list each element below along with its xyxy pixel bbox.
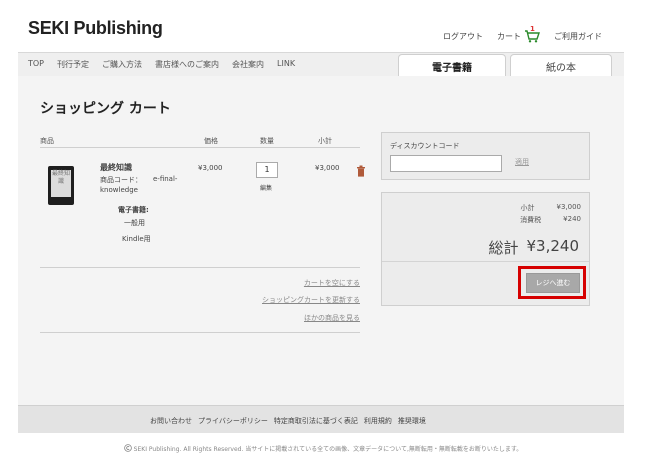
footer-link-contact[interactable]: お問い合わせ (150, 416, 192, 426)
footer-link-commerce-law[interactable]: 特定商取引法に基づく表記 (274, 416, 358, 426)
summary-tax-row: 消費税 ¥240 (520, 215, 581, 225)
tab-ebook[interactable]: 電子書籍 (398, 54, 506, 78)
logout-link[interactable]: ログアウト (443, 31, 483, 42)
main-content: ショッピング カート 商品 価格 数量 小計 最終知識 最終知識 商品コード： … (18, 76, 624, 405)
footer-link-privacy[interactable]: プライバシーポリシー (198, 416, 268, 426)
summary-total-label: 総計 (488, 239, 519, 257)
discount-label: ディスカウントコード (390, 142, 460, 150)
main-nav: TOP 刊行予定 ご購入方法 書店様へのご案内 会社案内 LINK 電子書籍 紙… (18, 52, 624, 78)
product-image[interactable]: 最終知識 (48, 166, 74, 205)
item-price: ¥3,000 (198, 164, 223, 172)
summary-total-row: 総計 ¥3,240 (488, 237, 579, 258)
product-name[interactable]: 最終知識 (100, 162, 132, 173)
nav-item-how-to-buy[interactable]: ご購入方法 (102, 59, 142, 70)
product-format: Kindle用 (122, 235, 151, 243)
table-divider-bottom (40, 267, 360, 268)
checkout-button[interactable]: レジへ進む (526, 273, 580, 293)
summary-subtotal-value: ¥3,000 (556, 203, 582, 211)
tab-paper-book[interactable]: 紙の本 (510, 54, 612, 78)
order-summary-panel: 小計 ¥3,000 消費税 ¥240 総計 ¥3,240 レジへ進む (381, 192, 590, 306)
guide-link[interactable]: ご利用ガイド (554, 31, 602, 42)
site-header: SEKI Publishing ログアウト カート 1 ご利用ガイド (18, 0, 624, 52)
nav-item-link[interactable]: LINK (277, 59, 295, 70)
footer-link-terms[interactable]: 利用規約 (364, 416, 392, 426)
cart-icon: 1 (524, 25, 540, 43)
checkout-highlight: レジへ進む (518, 266, 586, 299)
continue-shopping-link[interactable]: ほかの商品を見る (304, 313, 360, 323)
trash-icon[interactable] (356, 162, 366, 177)
copyright-text: SEKI Publishing. All Rights Reserved. (133, 446, 244, 453)
nav-item-bookstores[interactable]: 書店様へのご案内 (155, 59, 219, 70)
summary-subtotal-label: 小計 (520, 204, 535, 212)
product-code-label: 商品コード： (100, 176, 142, 184)
links-divider (40, 332, 360, 333)
copyright-line: SEKI Publishing. All Rights Reserved. 当サ… (0, 444, 646, 453)
cart-count-badge: 1 (530, 25, 535, 33)
edit-link[interactable]: 編集 (260, 183, 272, 192)
col-header-price: 価格 (204, 137, 218, 145)
summary-tax-value: ¥240 (563, 215, 581, 223)
summary-divider (382, 261, 589, 262)
apply-discount-link[interactable]: 適用 (515, 157, 529, 167)
discount-code-input[interactable] (390, 155, 502, 172)
product-code-value: e-final- (153, 175, 178, 183)
copyright-notice: 当サイトに掲載されている全ての画像、文章データについて,無断転用・無断転載をお断… (245, 446, 523, 453)
footer-links: お問い合わせ プライバシーポリシー 特定商取引法に基づく表記 利用規約 推奨環境 (150, 416, 426, 426)
col-header-subtotal: 小計 (318, 137, 332, 145)
header-links: ログアウト カート 1 ご利用ガイド (443, 25, 602, 43)
col-header-product: 商品 (40, 137, 54, 145)
summary-total-value: ¥3,240 (526, 237, 580, 255)
update-cart-link[interactable]: ショッピングカートを更新する (262, 295, 360, 305)
item-subtotal: ¥3,000 (315, 164, 340, 172)
discount-panel: ディスカウントコード 適用 (381, 132, 590, 180)
page: SEKI Publishing ログアウト カート 1 ご利用ガイド TOP 刊… (18, 0, 624, 433)
cart-link[interactable]: カート 1 (497, 25, 540, 43)
footer-bar: お問い合わせ プライバシーポリシー 特定商取引法に基づく表記 利用規約 推奨環境 (18, 405, 624, 433)
footer-link-environment[interactable]: 推奨環境 (398, 416, 426, 426)
site-logo[interactable]: SEKI Publishing (28, 18, 163, 39)
nav-item-company[interactable]: 会社案内 (232, 59, 264, 70)
page-title: ショッピング カート (40, 101, 171, 117)
product-cover-title: 最終知識 (51, 170, 71, 197)
cart-link-label: カート (497, 31, 521, 41)
col-header-qty: 数量 (260, 137, 274, 145)
nav-item-top[interactable]: TOP (28, 59, 44, 70)
quantity-input[interactable]: 1 (256, 162, 278, 178)
table-divider (40, 147, 360, 148)
product-code-value-cont: knowledge (100, 186, 138, 194)
nav-items: TOP 刊行予定 ご購入方法 書店様へのご案内 会社案内 LINK (28, 59, 295, 70)
product-type-value: 一般用 (124, 219, 145, 227)
summary-tax-label: 消費税 (520, 216, 542, 224)
copyright-icon (123, 444, 134, 453)
product-type-label: 電子書籍: (118, 206, 149, 214)
summary-subtotal-row: 小計 ¥3,000 (521, 203, 582, 213)
empty-cart-link[interactable]: カートを空にする (304, 278, 360, 288)
nav-item-upcoming[interactable]: 刊行予定 (57, 59, 89, 70)
